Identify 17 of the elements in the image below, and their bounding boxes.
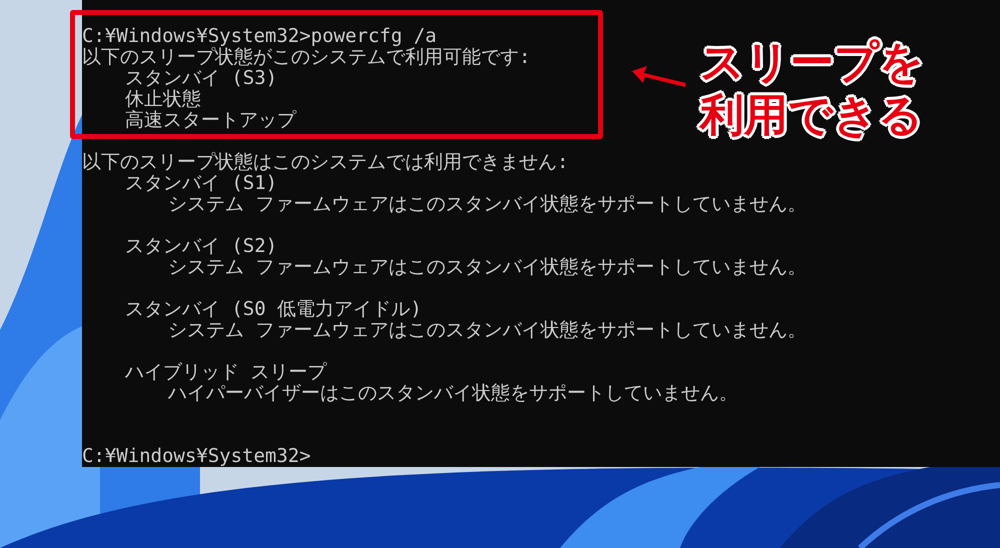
sleep-state: 高速スタートアップ (124, 110, 296, 131)
unsupported-reason: システム ファームウェアはこのスタンバイ状態をサポートしていません。 (167, 320, 806, 341)
sleep-state: スタンバイ (S2) (124, 236, 278, 257)
output-heading: 以下のスリープ状態はこのシステムでは利用できません: (82, 152, 568, 173)
sleep-state: 休止状態 (124, 89, 201, 110)
unsupported-reason: システム ファームウェアはこのスタンバイ状態をサポートしていません。 (167, 257, 806, 278)
sleep-state: スタンバイ (S0 低電力アイドル) (124, 299, 422, 320)
command-line: C:¥Windows¥System32>powercfg /a (82, 26, 437, 47)
callout-text: 利用できる (700, 89, 923, 142)
callout-text: スリープを (700, 36, 924, 89)
command-prompt: C:¥Windows¥System32> (82, 446, 311, 467)
unsupported-reason: ハイパーバイザーはこのスタンバイ状態をサポートしていません。 (167, 383, 738, 404)
sleep-state: ハイブリッド スリープ (124, 362, 326, 383)
unsupported-reason: システム ファームウェアはこのスタンバイ状態をサポートしていません。 (167, 194, 806, 215)
sleep-state: スタンバイ (S1) (124, 173, 278, 194)
output-heading: 以下のスリープ状態がこのシステムで利用可能です: (82, 47, 530, 68)
sleep-state: スタンバイ (S3) (124, 68, 278, 89)
